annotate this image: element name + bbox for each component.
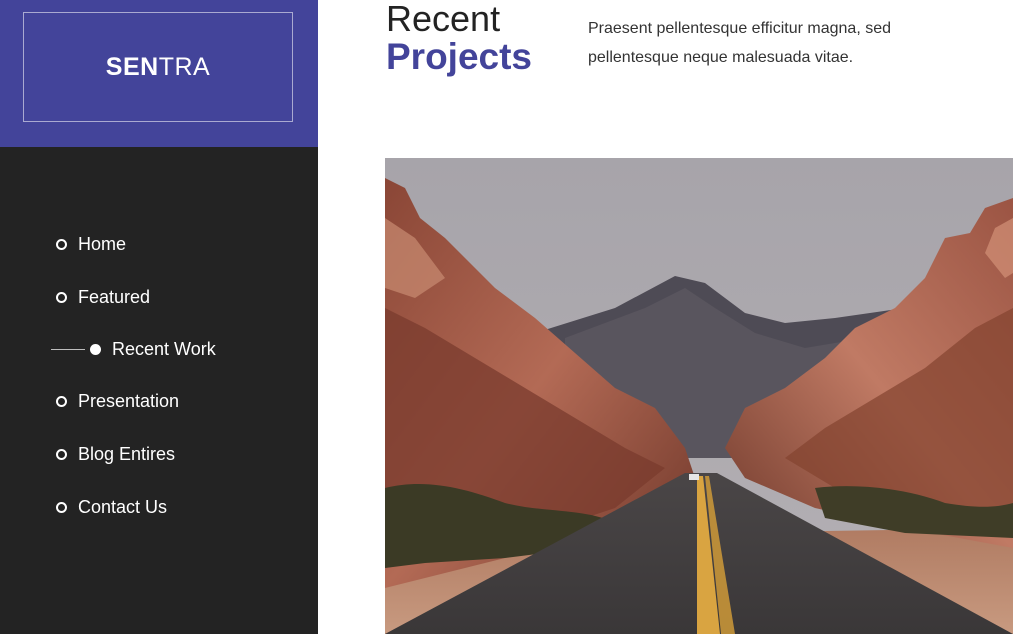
circle-bullet-icon — [56, 291, 67, 303]
nav-item-label: Presentation — [78, 390, 180, 411]
filled-circle-bullet-icon — [90, 343, 101, 355]
sidebar: SEN TRA Home Featured Recent Work Present… — [0, 0, 318, 634]
nav-item-presentation[interactable]: Presentation — [56, 388, 179, 414]
logo-text-bold: SEN — [105, 52, 159, 81]
nav-item-home[interactable]: Home — [56, 231, 126, 257]
nav-item-label: Featured — [78, 286, 151, 307]
nav-item-label: Contact Us — [78, 496, 168, 517]
nav-item-recent-work[interactable]: Recent Work — [51, 336, 216, 362]
section-title: Recent Projects — [386, 0, 532, 77]
section-title-light: Recent — [386, 0, 501, 39]
nav-item-featured[interactable]: Featured — [56, 284, 150, 310]
desert-road-image — [385, 158, 1013, 634]
circle-bullet-icon — [56, 238, 67, 250]
active-indicator-line — [51, 348, 85, 350]
circle-bullet-icon — [56, 501, 67, 513]
section-intro: Praesent pellentesque efficitur magna, s… — [588, 20, 892, 66]
circle-bullet-icon — [56, 395, 67, 407]
nav-item-label: Blog Entires — [78, 443, 176, 464]
nav-item-blog-entires[interactable]: Blog Entires — [56, 441, 175, 467]
nav-item-label: Home — [78, 233, 127, 254]
circle-bullet-icon — [56, 448, 67, 460]
section-title-bold: Projects — [386, 35, 533, 77]
nav-item-label: Recent Work — [112, 338, 216, 359]
site-logo[interactable]: SEN TRA — [23, 12, 293, 122]
logo-text-light: TRA — [158, 52, 211, 81]
project-photo[interactable] — [385, 158, 1013, 634]
logo-area: SEN TRA — [0, 0, 318, 147]
nav-item-contact-us[interactable]: Contact Us — [56, 494, 167, 520]
